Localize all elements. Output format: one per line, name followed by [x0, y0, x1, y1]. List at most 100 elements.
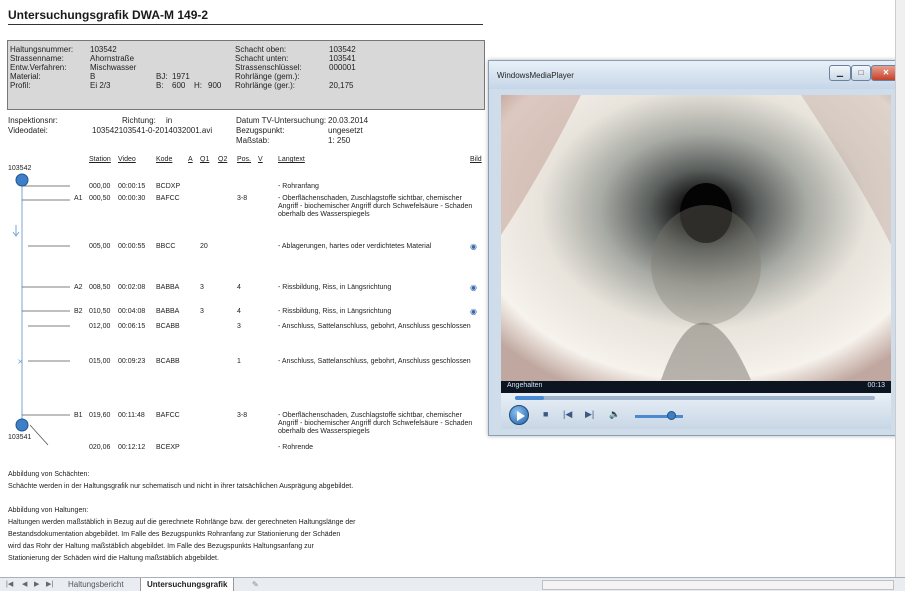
legend-haltungen-line: Haltungen werden maßstäblich in Bezug au… — [8, 519, 356, 526]
row-kode: BCABB — [156, 323, 180, 330]
row-pos: 4 — [237, 308, 241, 315]
schacht-unten-value: 103541 — [329, 54, 356, 63]
col-header-kode: Kode — [156, 156, 173, 163]
tab-nav-last-button[interactable]: ▶| — [46, 580, 53, 588]
sewer-pipe-image — [501, 95, 891, 381]
row-kode: BCEXP — [156, 444, 180, 451]
row-kode: BBCC — [156, 243, 176, 250]
row-langtext: - Anschluss, Sattelanschluss, gebohrt, A… — [278, 358, 471, 365]
row-kode: BCDXP — [156, 183, 181, 190]
new-sheet-icon[interactable]: ✎ — [246, 578, 265, 591]
row-video: 00:00:15 — [118, 183, 146, 190]
row-station: 010,50 — [89, 308, 111, 315]
tab-nav-prev-button[interactable]: ◀ — [22, 580, 27, 588]
title-divider — [8, 24, 483, 25]
row-langtext: - Anschluss, Sattelanschluss, gebohrt, A… — [278, 323, 471, 330]
rohrlaenge-ger-label: Rohrlänge (ger.): — [235, 81, 296, 90]
tab-nav-first-button[interactable]: |◀ — [6, 580, 13, 588]
schacht-oben-value: 103542 — [329, 45, 356, 54]
strassenschluessel-value: 000001 — [329, 63, 356, 72]
col-header-station: Station — [89, 156, 111, 163]
col-header-langtext: Langtext — [278, 156, 305, 163]
haltungsnummer-label: Haltungsnummer: — [10, 45, 74, 54]
document-title: Untersuchungsgrafik DWA-M 149-2 — [8, 8, 209, 22]
strassenname-label: Strassenname: — [10, 54, 64, 63]
camera-icon[interactable]: ◉ — [470, 307, 477, 316]
material-label: Material: — [10, 72, 41, 81]
seek-bar[interactable] — [515, 396, 875, 400]
legend-haltungen-line: Stationierung der Schäden wird die Haltu… — [8, 555, 219, 562]
row-q1: 3 — [200, 284, 204, 291]
player-time: 00:13 — [867, 382, 885, 389]
table-row: 012,00 00:06:15 BCABB 3 - Anschluss, Sat… — [0, 323, 490, 363]
play-button[interactable] — [509, 405, 529, 425]
legend-haltungen-line: wird das Rohr der Haltung maßstäblich ab… — [8, 543, 314, 550]
strassenschluessel-label: Strassenschlüssel: — [235, 63, 302, 72]
seek-progress — [515, 396, 544, 400]
next-button[interactable]: ▶| — [585, 409, 594, 420]
row-langtext: - Rohrende — [278, 444, 314, 451]
massstab-label: Maßstab: — [236, 136, 270, 145]
haltung-info-box: Haltungsnummer: 103542 Strassenname: Aho… — [7, 40, 485, 110]
row-pos: 1 — [237, 358, 241, 365]
row-pos: 3 — [237, 323, 241, 330]
row-kode: BABBA — [156, 284, 180, 291]
bezugspunkt-value: ungesetzt — [328, 126, 363, 135]
volume-knob[interactable] — [667, 411, 676, 420]
col-header-v: V — [258, 156, 263, 163]
row-station: 008,50 — [89, 284, 111, 291]
strassenname-value: Ahornstraße — [90, 54, 135, 63]
row-label: A1 — [74, 195, 83, 202]
col-header-pos: Pos. — [237, 156, 252, 163]
legend-haltungen-line: Bestandsdokumentation abgebildet. Im Fal… — [8, 531, 341, 538]
row-kode: BAFCC — [156, 195, 180, 202]
tab-nav-next-button[interactable]: ▶ — [34, 580, 39, 588]
schacht-unten-label: Schacht unten: — [235, 54, 289, 63]
row-langtext: - Oberflächenschaden, Zuschlagstoffe sic… — [278, 412, 473, 435]
videodatei-label: Videodatei: — [8, 126, 48, 135]
tab-untersuchungsgrafik[interactable]: Untersuchungsgrafik — [140, 578, 235, 591]
camera-icon[interactable]: ◉ — [470, 242, 477, 251]
player-titlebar[interactable]: WindowsMediaPlayer ▁ □ ✕ — [489, 61, 904, 89]
row-kode: BAFCC — [156, 412, 180, 419]
table-row: 005,00 00:00:55 BBCC 20 - Ablagerungen, … — [0, 242, 490, 283]
inspektionsnr-label: Inspektionsnr: — [8, 116, 58, 125]
datum-value: 20.03.2014 — [328, 116, 369, 125]
rohrlaenge-ger-value: 20,175 — [329, 81, 354, 90]
table-row: A1 000,50 00:00:30 BAFCC 3-8 - Oberfläch… — [0, 195, 490, 235]
row-station: 020,06 — [89, 444, 111, 451]
vertical-scrollbar[interactable] — [895, 0, 905, 577]
legend-haltungen-title: Abbildung von Haltungen: — [8, 507, 89, 514]
minimize-button[interactable]: ▁ — [829, 65, 851, 81]
row-langtext: - Rissbildung, Riss, in Längsrichtung — [278, 308, 392, 315]
camera-icon[interactable]: ◉ — [470, 283, 477, 292]
datum-label: Datum TV-Untersuchung: — [236, 116, 327, 125]
legend-schaechte-text: Schächte werden in der Haltungsgrafik nu… — [8, 483, 354, 490]
row-pos: 3-8 — [237, 195, 248, 202]
material-value: B — [90, 72, 96, 81]
row-label: A2 — [74, 284, 83, 291]
row-video: 00:06:15 — [118, 323, 146, 330]
horizontal-scrollbar[interactable] — [542, 580, 894, 590]
richtung-value: in — [166, 116, 173, 125]
entw-verfahren-label: Entw.Verfahren: — [10, 63, 67, 72]
row-video: 00:09:23 — [118, 358, 146, 365]
tab-haltungsbericht[interactable]: Haltungsbericht — [62, 578, 130, 591]
legend-schaechte-title: Abbildung von Schächten: — [8, 471, 90, 478]
row-label: B1 — [74, 412, 83, 419]
video-frame[interactable] — [501, 95, 891, 381]
media-player-window[interactable]: WindowsMediaPlayer ▁ □ ✕ Angehalten 00:1… — [488, 60, 905, 436]
mute-button[interactable]: 🔈 — [609, 409, 620, 420]
row-video: 00:11:48 — [118, 412, 145, 419]
previous-button[interactable]: |◀ — [563, 409, 572, 420]
stop-button[interactable]: ■ — [543, 409, 548, 419]
row-video: 00:04:08 — [118, 308, 146, 315]
hoehe-label: H: — [194, 81, 202, 90]
rohrlaenge-gem-label: Rohrlänge (gem.): — [235, 72, 300, 81]
profil-label: Profil: — [10, 81, 31, 90]
col-header-a: A — [188, 156, 193, 163]
row-station: 019,60 — [89, 412, 111, 419]
maximize-button[interactable]: □ — [851, 65, 871, 81]
schacht-oben-label: Schacht oben: — [235, 45, 287, 54]
row-langtext: - Rohranfang — [278, 183, 319, 190]
